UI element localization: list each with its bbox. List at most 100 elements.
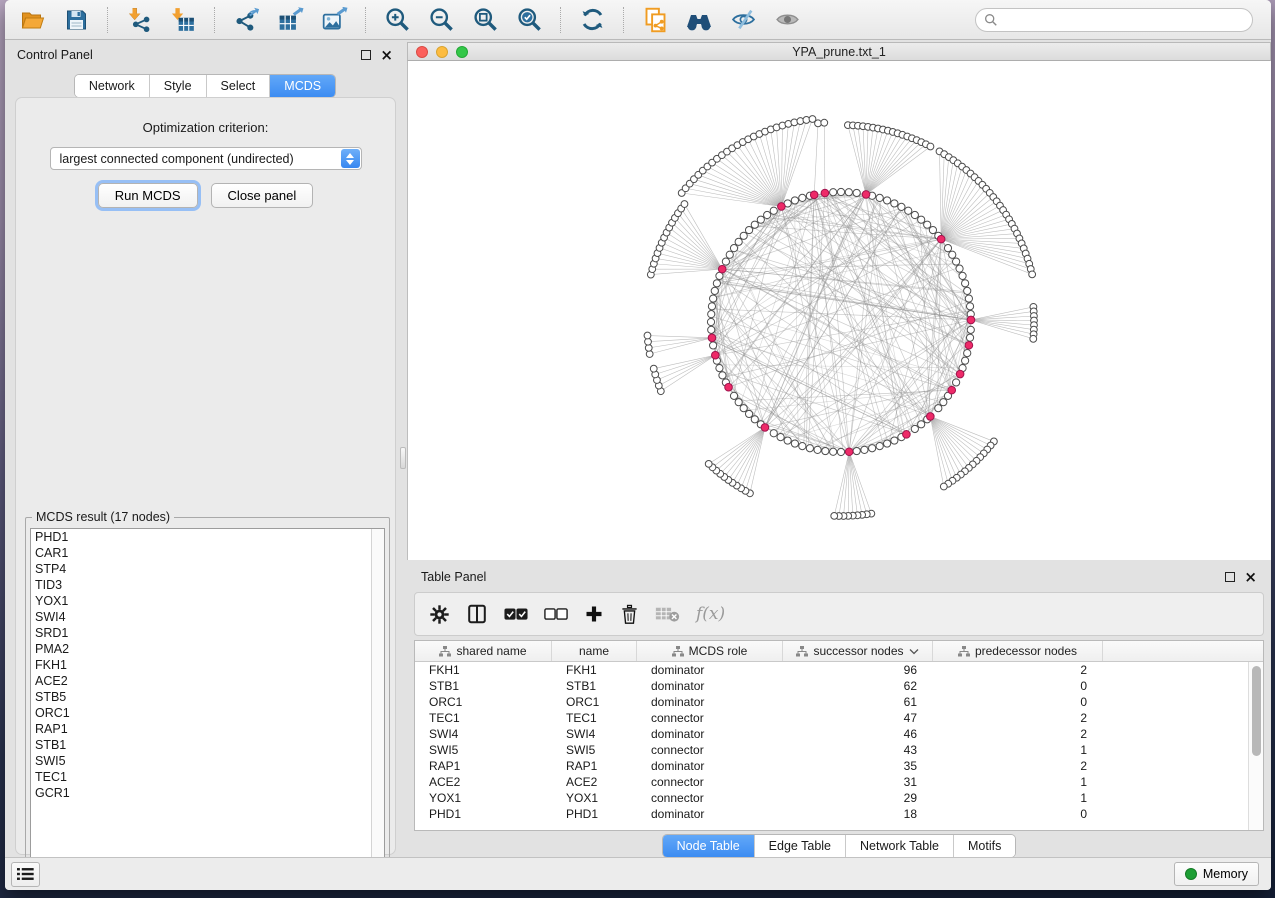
network-node[interactable] — [898, 203, 905, 210]
tab-select[interactable]: Select — [207, 75, 271, 97]
network-node[interactable] — [726, 251, 733, 258]
table-row[interactable]: ACE2ACE2connector311 — [415, 774, 1248, 790]
export-image-button[interactable] — [315, 4, 353, 36]
table-tab-edge-table[interactable]: Edge Table — [755, 835, 846, 857]
network-node[interactable] — [959, 272, 966, 279]
select-all-button[interactable] — [504, 607, 528, 622]
network-node[interactable] — [924, 221, 931, 228]
mcds-result-item[interactable]: TEC1 — [31, 769, 384, 785]
network-node[interactable] — [929, 226, 936, 233]
network-node[interactable] — [967, 326, 974, 333]
network-node[interactable] — [831, 512, 838, 519]
network-node[interactable] — [962, 280, 969, 287]
mcds-node[interactable] — [725, 383, 733, 391]
run-mcds-button[interactable]: Run MCDS — [98, 183, 198, 208]
mcds-result-item[interactable]: RAP1 — [31, 721, 384, 737]
network-node[interactable] — [966, 334, 973, 341]
network-node[interactable] — [770, 430, 777, 437]
network-node[interactable] — [965, 295, 972, 302]
table-tab-node-table[interactable]: Node Table — [663, 835, 755, 857]
network-node[interactable] — [716, 364, 723, 371]
network-node[interactable] — [740, 405, 747, 412]
network-canvas[interactable] — [407, 61, 1271, 560]
mcds-node[interactable] — [821, 189, 829, 197]
save-session-button[interactable] — [57, 4, 95, 36]
network-node[interactable] — [735, 399, 742, 406]
splitter-grip[interactable] — [400, 447, 406, 469]
mcds-node[interactable] — [956, 370, 964, 378]
network-node[interactable] — [719, 372, 726, 379]
network-node[interactable] — [821, 119, 828, 126]
network-node[interactable] — [806, 445, 813, 452]
mcds-result-item[interactable]: ACE2 — [31, 673, 384, 689]
network-node[interactable] — [953, 258, 960, 265]
mcds-node[interactable] — [948, 386, 956, 394]
close-panel-button[interactable]: Close panel — [211, 183, 314, 208]
network-node[interactable] — [876, 443, 883, 450]
hide-selected-button[interactable] — [724, 4, 762, 36]
zoom-in-button[interactable] — [378, 4, 416, 36]
mcds-node[interactable] — [967, 316, 975, 324]
mcds-result-item[interactable]: STP4 — [31, 561, 384, 577]
network-node[interactable] — [962, 357, 969, 364]
table-settings-button[interactable] — [429, 604, 450, 625]
network-node[interactable] — [869, 445, 876, 452]
tab-network[interactable]: Network — [75, 75, 150, 97]
network-node[interactable] — [837, 448, 844, 455]
add-column-button[interactable] — [584, 604, 604, 624]
network-node[interactable] — [708, 303, 715, 310]
network-node[interactable] — [822, 447, 829, 454]
network-node[interactable] — [799, 443, 806, 450]
network-node[interactable] — [911, 211, 918, 218]
open-file-button[interactable] — [13, 4, 51, 36]
network-node[interactable] — [791, 440, 798, 447]
network-node[interactable] — [944, 245, 951, 252]
network-node[interactable] — [713, 280, 720, 287]
network-node[interactable] — [966, 303, 973, 310]
optimization-criterion-select[interactable]: largest connected component (undirected) — [50, 147, 362, 170]
tab-style[interactable]: Style — [150, 75, 207, 97]
network-node[interactable] — [707, 318, 714, 325]
network-node[interactable] — [722, 258, 729, 265]
delete-table-button[interactable] — [655, 605, 680, 623]
network-node[interactable] — [927, 143, 934, 150]
network-node[interactable] — [956, 265, 963, 272]
network-node[interactable] — [953, 379, 960, 386]
network-node[interactable] — [830, 448, 837, 455]
network-node[interactable] — [918, 421, 925, 428]
scrollbar-thumb[interactable] — [1252, 666, 1261, 756]
network-node[interactable] — [681, 201, 688, 208]
mcds-result-item[interactable]: PHD1 — [31, 529, 384, 545]
network-node[interactable] — [853, 447, 860, 454]
network-node[interactable] — [883, 197, 890, 204]
import-network-button[interactable] — [120, 4, 158, 36]
mcds-node[interactable] — [845, 448, 853, 456]
mcds-result-item[interactable]: TID3 — [31, 577, 384, 593]
mcds-result-item[interactable]: STB1 — [31, 737, 384, 753]
close-panel-icon[interactable]: × — [380, 50, 393, 60]
network-node[interactable] — [830, 189, 837, 196]
network-graph[interactable] — [408, 61, 1271, 560]
network-node[interactable] — [861, 446, 868, 453]
zoom-selected-button[interactable] — [510, 4, 548, 36]
network-node[interactable] — [799, 194, 806, 201]
network-node[interactable] — [791, 197, 798, 204]
table-tab-motifs[interactable]: Motifs — [954, 835, 1015, 857]
float-panel-icon[interactable] — [361, 50, 371, 60]
network-node[interactable] — [876, 194, 883, 201]
table-row[interactable]: SWI4SWI4dominator462 — [415, 726, 1248, 742]
network-node[interactable] — [745, 226, 752, 233]
table-tab-network-table[interactable]: Network Table — [846, 835, 954, 857]
network-node[interactable] — [710, 295, 717, 302]
table-row[interactable]: TEC1TEC1connector472 — [415, 710, 1248, 726]
network-node[interactable] — [814, 446, 821, 453]
show-columns-button[interactable] — [466, 603, 488, 625]
network-node[interactable] — [918, 216, 925, 223]
network-node[interactable] — [650, 365, 657, 372]
network-node[interactable] — [730, 245, 737, 252]
mcds-node[interactable] — [903, 431, 911, 439]
list-scrollbar[interactable] — [371, 529, 384, 876]
table-row[interactable]: RAP1RAP1dominator352 — [415, 758, 1248, 774]
mcds-node[interactable] — [712, 351, 720, 359]
column-header-predecessor-nodes[interactable]: predecessor nodes — [933, 641, 1103, 661]
